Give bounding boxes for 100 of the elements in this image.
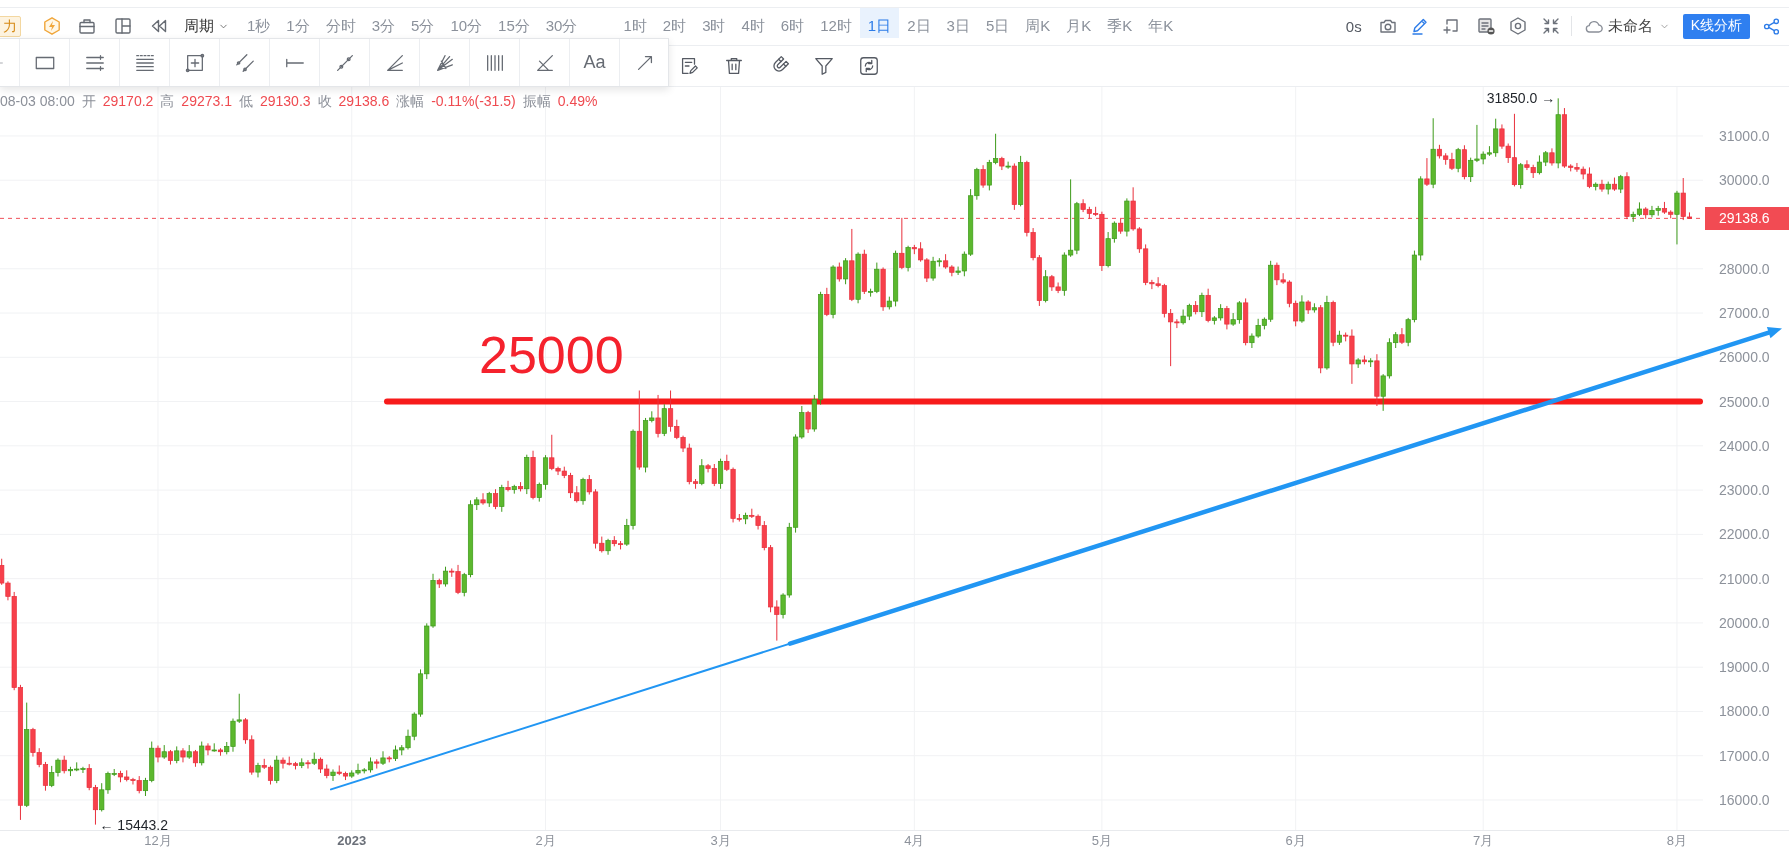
interval-tab[interactable]: 年K [1140,8,1182,38]
parallel-lines-icon[interactable] [233,51,256,74]
interval-tab[interactable]: 月K [1058,8,1100,38]
candlestick [1043,269,1049,303]
field-value: 29130.3 [259,92,311,110]
interval-tab[interactable]: 4时 [733,8,773,38]
price-axis-label: 24000.0 [1719,436,1770,455]
candlestick [499,484,505,513]
field-label: 振幅 [522,92,551,110]
time-axis-label: 12月 [144,832,172,850]
interval-tab[interactable]: 3时 [694,8,734,38]
candlestick [380,750,386,766]
time-axis-label: 3月 [710,832,731,850]
interval-tab[interactable]: 12时 [812,8,860,38]
price-axis-label: 31000.0 [1719,126,1770,145]
price-axis-label: 26000.0 [1719,348,1770,367]
layout-name-dropdown[interactable]: 未命名 [1607,16,1670,36]
field-label: 涨幅 [396,92,425,110]
candlestick [505,480,511,492]
candlestick [836,262,842,283]
interval-tab[interactable]: 分时 [317,8,364,38]
interval-tab[interactable]: 1秒 [239,8,279,38]
candlestick [1455,147,1461,173]
candlestick [199,741,205,766]
candlestick [905,245,911,272]
interval-tab[interactable]: 5分 [403,8,443,38]
candlestick [843,257,849,285]
interval-tab[interactable]: 1时 [615,8,655,38]
price-axis-label: 27000.0 [1719,304,1770,323]
candlestick [1199,292,1205,318]
interval-tab[interactable]: 6时 [772,8,813,38]
time-axis-label: 2月 [535,832,556,850]
text-tool[interactable]: Aa [583,52,606,73]
price-axis-label: 17000.0 [1719,746,1770,765]
current-price-tag: 29138.6 [1705,206,1789,230]
timestamp-text: 08-03 08:00 [0,92,75,110]
candlestick [718,458,724,490]
interval-tab[interactable]: 30分 [537,8,586,38]
settings-icon[interactable] [1507,16,1528,36]
feature-button[interactable]: 力 [0,15,21,37]
trash-icon[interactable] [723,55,745,77]
time-axis-label: 8月 [1666,832,1688,850]
time-axis-label: 2023 [337,832,367,850]
candlestick [899,217,905,270]
interval-tab[interactable]: 1日 [859,8,900,38]
price-annotation: 25000 [479,328,624,381]
interval-tab[interactable]: 季K [1099,8,1141,38]
interval-tab[interactable]: 1分 [278,8,318,38]
time-axis-label: 6月 [1285,832,1306,850]
candlestick [1005,161,1011,170]
time-axis-label: 7月 [1473,832,1494,850]
candlestick [442,566,449,588]
candlestick [1599,179,1605,193]
interval-tab[interactable]: 5日 [977,8,1018,38]
briefcase-icon[interactable] [77,16,97,36]
price-axis-label: 23000.0 [1719,481,1770,500]
interval-tab[interactable]: 3分 [363,8,404,38]
price-axis-label: 22000.0 [1719,525,1770,544]
candlestick [699,458,705,486]
candlestick [655,394,661,438]
interval-tab[interactable]: 2时 [654,8,695,38]
field-value: 29138.6 [338,92,390,110]
price-axis-label: 20000.0 [1719,613,1770,632]
candlestick [205,742,211,756]
time-axis-label: 5月 [1091,832,1112,850]
interval-tab[interactable]: 2日 [899,8,939,38]
candlestick [805,410,811,434]
candlestick [480,492,486,506]
filter-icon[interactable] [813,55,835,77]
field-label: 开 [81,92,96,110]
price-axis-label: 19000.0 [1719,658,1770,677]
interval-tab[interactable]: 3日 [938,8,978,38]
field-value: 29170.2 [102,92,154,110]
candlestick [492,488,499,510]
candlestick [1424,157,1430,187]
field-label: 高 [160,92,175,110]
price-axis-label: 16000.0 [1719,791,1770,809]
layout-icon[interactable] [113,16,133,36]
interval-tab[interactable]: 10分 [442,8,491,38]
candlestick [580,477,586,506]
add-frame-icon[interactable] [1440,16,1461,36]
period-dropdown[interactable]: 周期 [184,16,229,36]
sync-icon[interactable] [858,55,880,77]
interval-tab[interactable]: 周K [1017,8,1059,38]
candlestick [1618,174,1624,194]
candlestick [330,768,336,782]
plus-square-icon[interactable] [183,51,206,74]
interval-tab[interactable]: 15分 [490,8,538,38]
time-axis-label: 4月 [904,832,925,850]
low-price-label: ← 15443.2 [99,815,168,834]
field-value: -0.11%(-31.5) [431,92,516,110]
pencil-icon[interactable] [1409,16,1430,36]
trend-arrow[interactable] [330,326,1782,791]
analysis-button[interactable]: K线分析 [1682,13,1750,39]
candlestick [980,164,986,189]
document-badge-icon[interactable] [1475,16,1496,36]
price-axis-label: 28000.0 [1719,259,1770,278]
candlestick [274,755,280,784]
candlestick [824,287,830,317]
share-icon[interactable] [1762,16,1781,36]
